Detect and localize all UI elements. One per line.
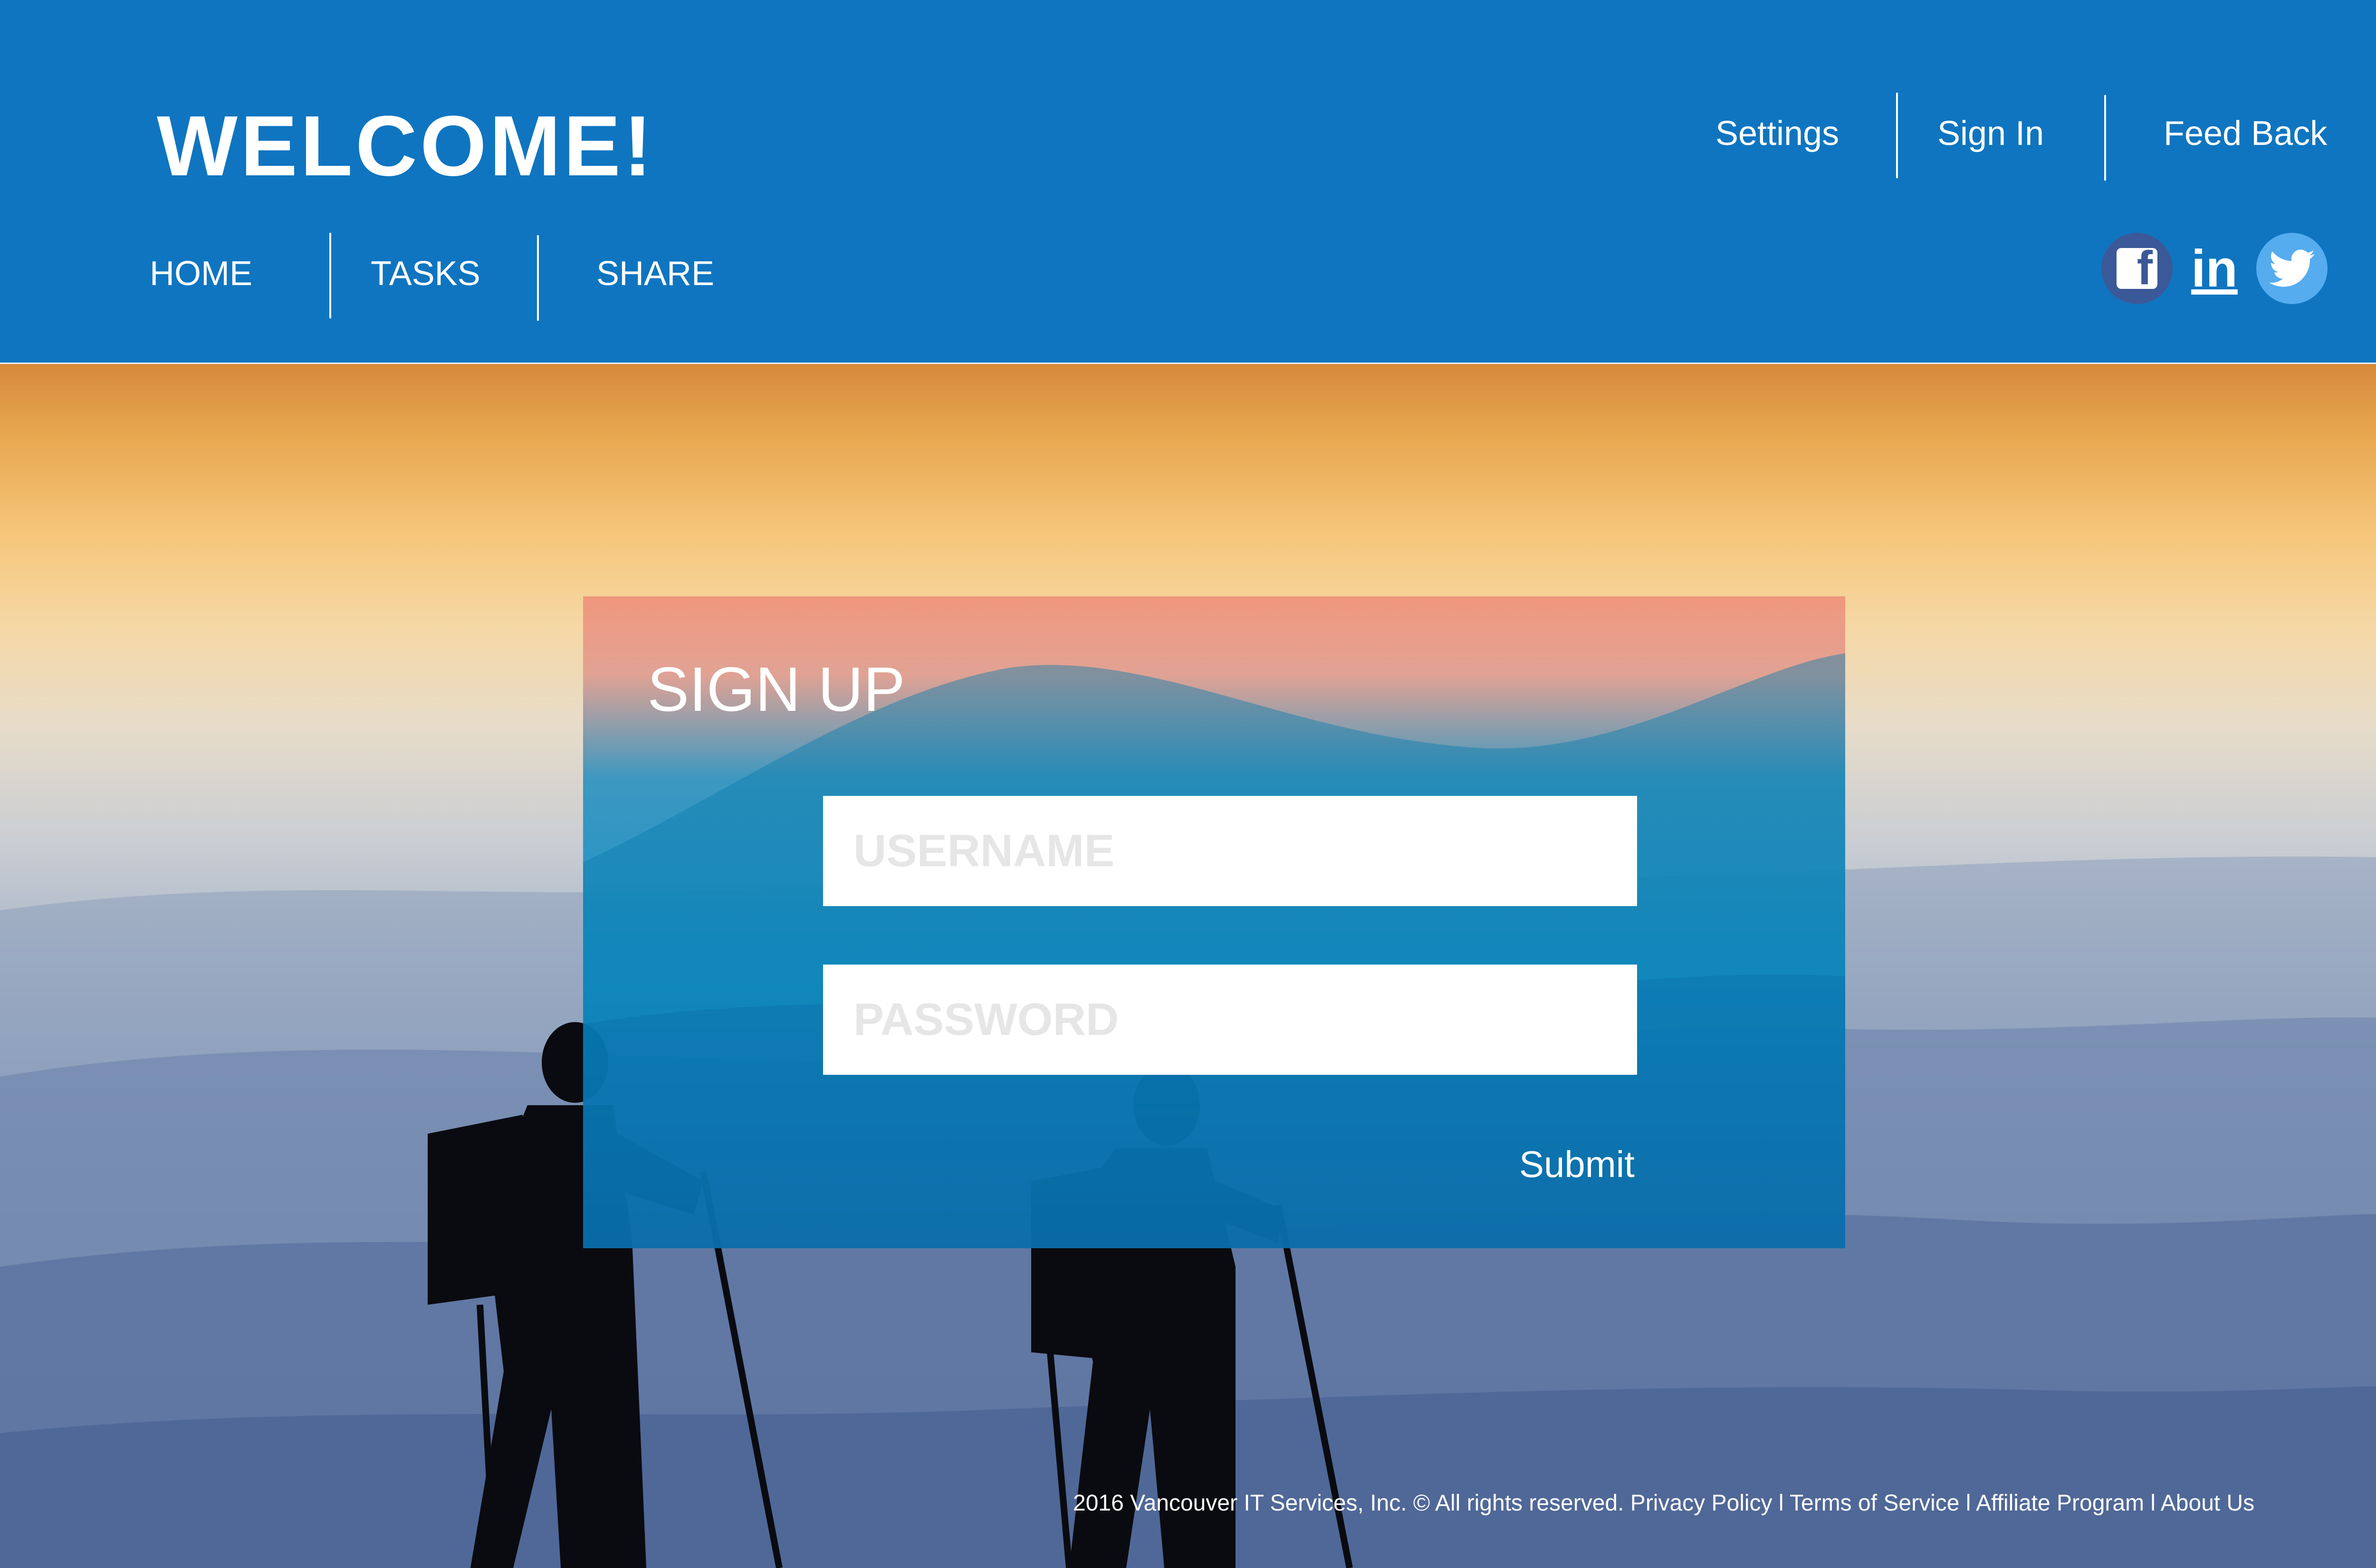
nav-tasks[interactable]: TASKS xyxy=(371,254,480,293)
twitter-icon[interactable] xyxy=(2256,233,2328,304)
signup-title: SIGN UP xyxy=(647,654,905,724)
copyright-text: 2016 Vancouver IT Services, Inc. © All r… xyxy=(1073,1491,1624,1516)
footer-separator: l xyxy=(1965,1491,1971,1516)
password-input[interactable] xyxy=(823,965,1637,1075)
linkedin-icon[interactable]: in xyxy=(2179,233,2250,304)
nav-divider xyxy=(1896,93,1898,178)
nav-share[interactable]: SHARE xyxy=(596,254,714,293)
sign-in-link[interactable]: Sign In xyxy=(1937,114,2044,153)
signup-form: SIGN UP Submit xyxy=(583,596,1845,1248)
facebook-icon[interactable]: f xyxy=(2101,233,2173,304)
settings-link[interactable]: Settings xyxy=(1715,114,1839,153)
submit-button[interactable]: Submit xyxy=(1519,1143,1635,1186)
username-input[interactable] xyxy=(823,796,1637,906)
privacy-policy-link[interactable]: Privacy Policy xyxy=(1630,1491,1772,1516)
nav-divider xyxy=(329,233,331,318)
nav-home[interactable]: HOME xyxy=(150,254,252,293)
site-header: WELCOME! Settings Sign In Feed Back HOME… xyxy=(0,0,2376,364)
nav-divider xyxy=(2104,95,2106,181)
terms-of-service-link[interactable]: Terms of Service xyxy=(1790,1491,1959,1516)
feedback-link[interactable]: Feed Back xyxy=(2164,114,2327,153)
about-us-link[interactable]: About Us xyxy=(2161,1491,2254,1516)
footer-separator: l xyxy=(1778,1491,1784,1516)
affiliate-program-link[interactable]: Affiliate Program xyxy=(1976,1491,2144,1516)
nav-divider xyxy=(537,235,539,321)
page-title: WELCOME! xyxy=(157,98,655,194)
site-footer: 2016 Vancouver IT Services, Inc. © All r… xyxy=(1073,1490,2254,1516)
footer-separator: l xyxy=(2150,1491,2156,1516)
